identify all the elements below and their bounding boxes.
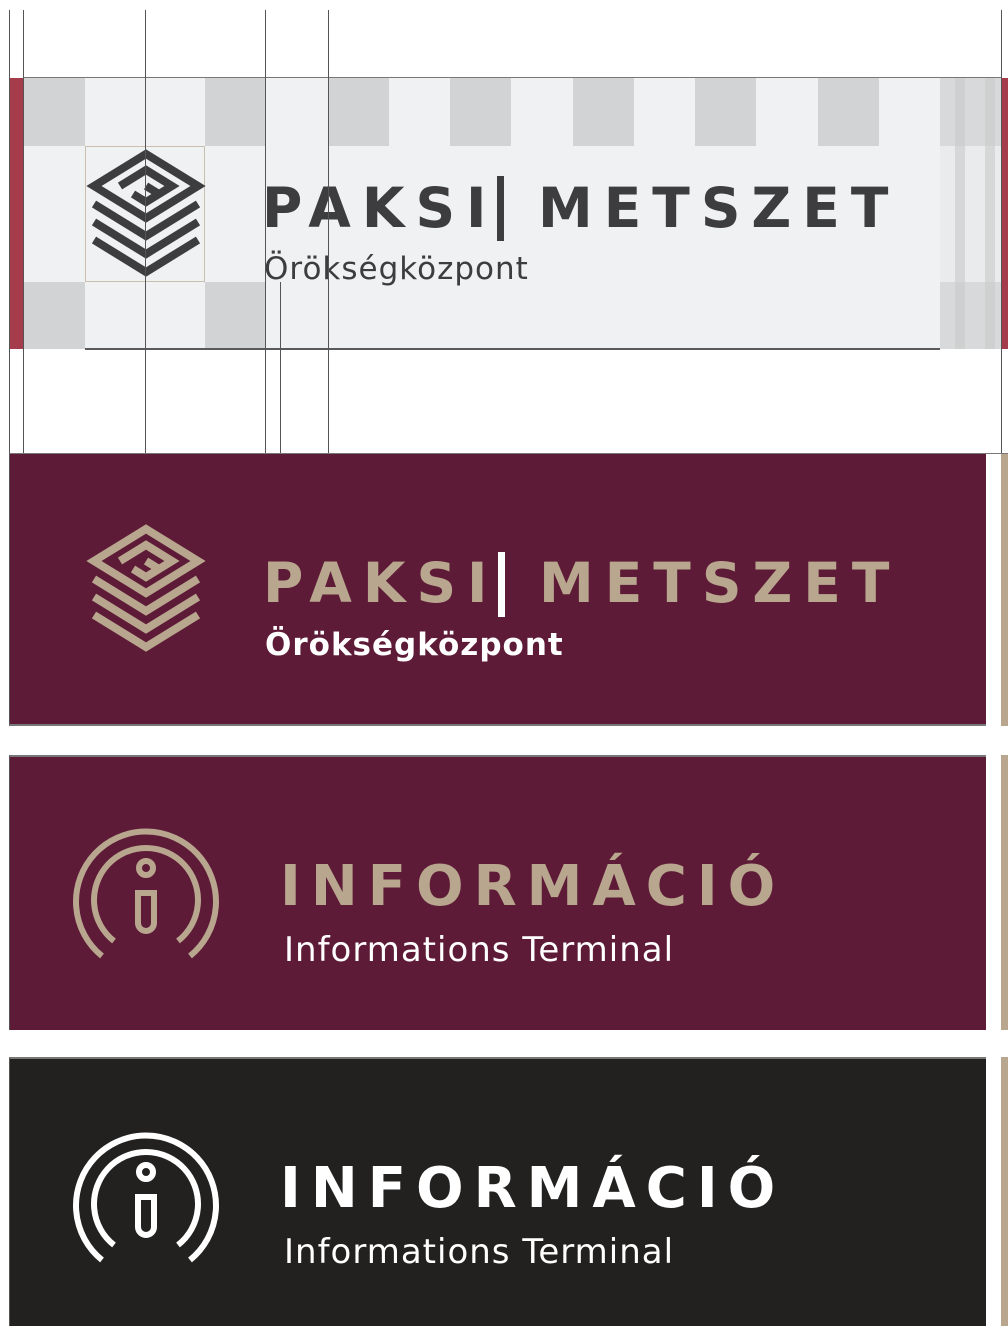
edge-strip xyxy=(1001,1057,1008,1326)
grid-line xyxy=(1001,10,1002,453)
sign-subtitle: Informations Terminal xyxy=(284,1232,675,1272)
sign-maroon-info: INFORMÁCIÓ Informations Terminal xyxy=(9,755,986,1030)
labyrinth-logo-icon xyxy=(86,524,206,652)
sign-title: INFORMÁCIÓ xyxy=(280,1156,786,1221)
grid-line xyxy=(23,10,24,453)
edge-strip-white xyxy=(986,454,1001,726)
grid-line xyxy=(265,10,266,453)
labyrinth-logo-icon xyxy=(86,149,206,277)
sign-title-left: PAKSI xyxy=(262,176,498,240)
sign-title: INFORMÁCIÓ xyxy=(280,854,786,919)
side-stripe xyxy=(955,78,965,349)
panel-bottom-line xyxy=(85,348,940,350)
grid-square xyxy=(205,282,265,349)
side-stripe xyxy=(985,78,995,349)
grid-square xyxy=(23,282,85,349)
grid-square xyxy=(328,78,389,146)
grid-line xyxy=(280,282,281,453)
sign-subtitle: Örökségközpont xyxy=(265,627,564,663)
grid-square xyxy=(205,78,265,146)
grid-square xyxy=(573,78,634,146)
sign-maroon-logo: PAKSI METSZET Örökségközpont xyxy=(9,454,986,726)
red-edge-left xyxy=(9,78,23,349)
grid-square xyxy=(450,78,511,146)
edge-strip xyxy=(1001,755,1008,1030)
sign-subtitle: Örökségközpont xyxy=(264,251,529,287)
title-divider xyxy=(497,176,504,241)
sign-subtitle: Informations Terminal xyxy=(284,930,675,970)
grid-line xyxy=(328,10,329,453)
grid-line xyxy=(145,10,146,453)
title-divider xyxy=(498,552,505,617)
info-icon xyxy=(73,1132,219,1263)
grid-square xyxy=(818,78,879,146)
red-edge-right xyxy=(1002,78,1008,349)
sign-title-left: PAKSI xyxy=(263,551,499,615)
grid-square xyxy=(23,78,85,146)
panel-top-line xyxy=(23,77,1002,78)
grid-line xyxy=(9,10,10,453)
grid-square xyxy=(695,78,756,146)
sign-title-right: METSZET xyxy=(539,551,901,615)
edge-strip xyxy=(1001,454,1008,726)
info-icon xyxy=(73,828,219,959)
sign-black-info: INFORMÁCIÓ Informations Terminal xyxy=(9,1057,986,1326)
sign-title-right: METSZET xyxy=(538,176,900,240)
